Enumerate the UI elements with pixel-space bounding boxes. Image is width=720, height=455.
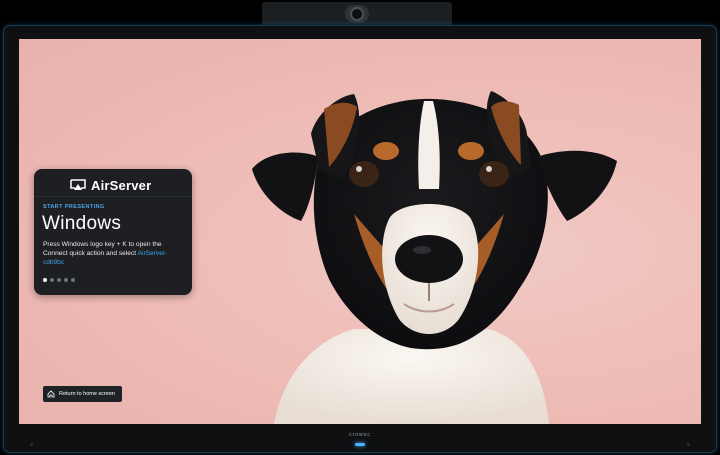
carousel-dot[interactable] — [50, 278, 54, 282]
return-home-button[interactable]: Return to home screen — [43, 386, 122, 402]
brand-label: crowoc — [349, 432, 371, 438]
home-icon — [47, 390, 55, 398]
carousel-dot[interactable] — [64, 278, 68, 282]
display-frame: AirServer START PRESENTING Windows Press… — [4, 26, 716, 452]
return-home-label: Return to home screen — [59, 391, 115, 397]
sensor-icon — [30, 443, 33, 446]
logo-text: AirServer — [91, 177, 152, 193]
carousel-dots[interactable] — [43, 278, 75, 282]
camera-lens-icon — [345, 5, 369, 23]
sensor-icon — [687, 443, 690, 446]
airplay-icon — [70, 179, 86, 190]
bezel-bottom: crowoc — [4, 424, 716, 452]
carousel-dot[interactable] — [71, 278, 75, 282]
carousel-dot[interactable] — [43, 278, 47, 282]
airserver-logo: AirServer — [70, 177, 151, 193]
carousel-dot[interactable] — [57, 278, 61, 282]
start-presenting-label: START PRESENTING — [43, 204, 105, 210]
platform-title: Windows — [42, 213, 122, 234]
card-divider — [34, 196, 192, 197]
webcam — [262, 2, 452, 26]
connect-instructions: Press Windows logo key + K to open the C… — [43, 240, 183, 267]
power-led — [355, 443, 365, 446]
airserver-card: AirServer START PRESENTING Windows Press… — [34, 169, 192, 295]
screen: AirServer START PRESENTING Windows Press… — [19, 39, 701, 424]
